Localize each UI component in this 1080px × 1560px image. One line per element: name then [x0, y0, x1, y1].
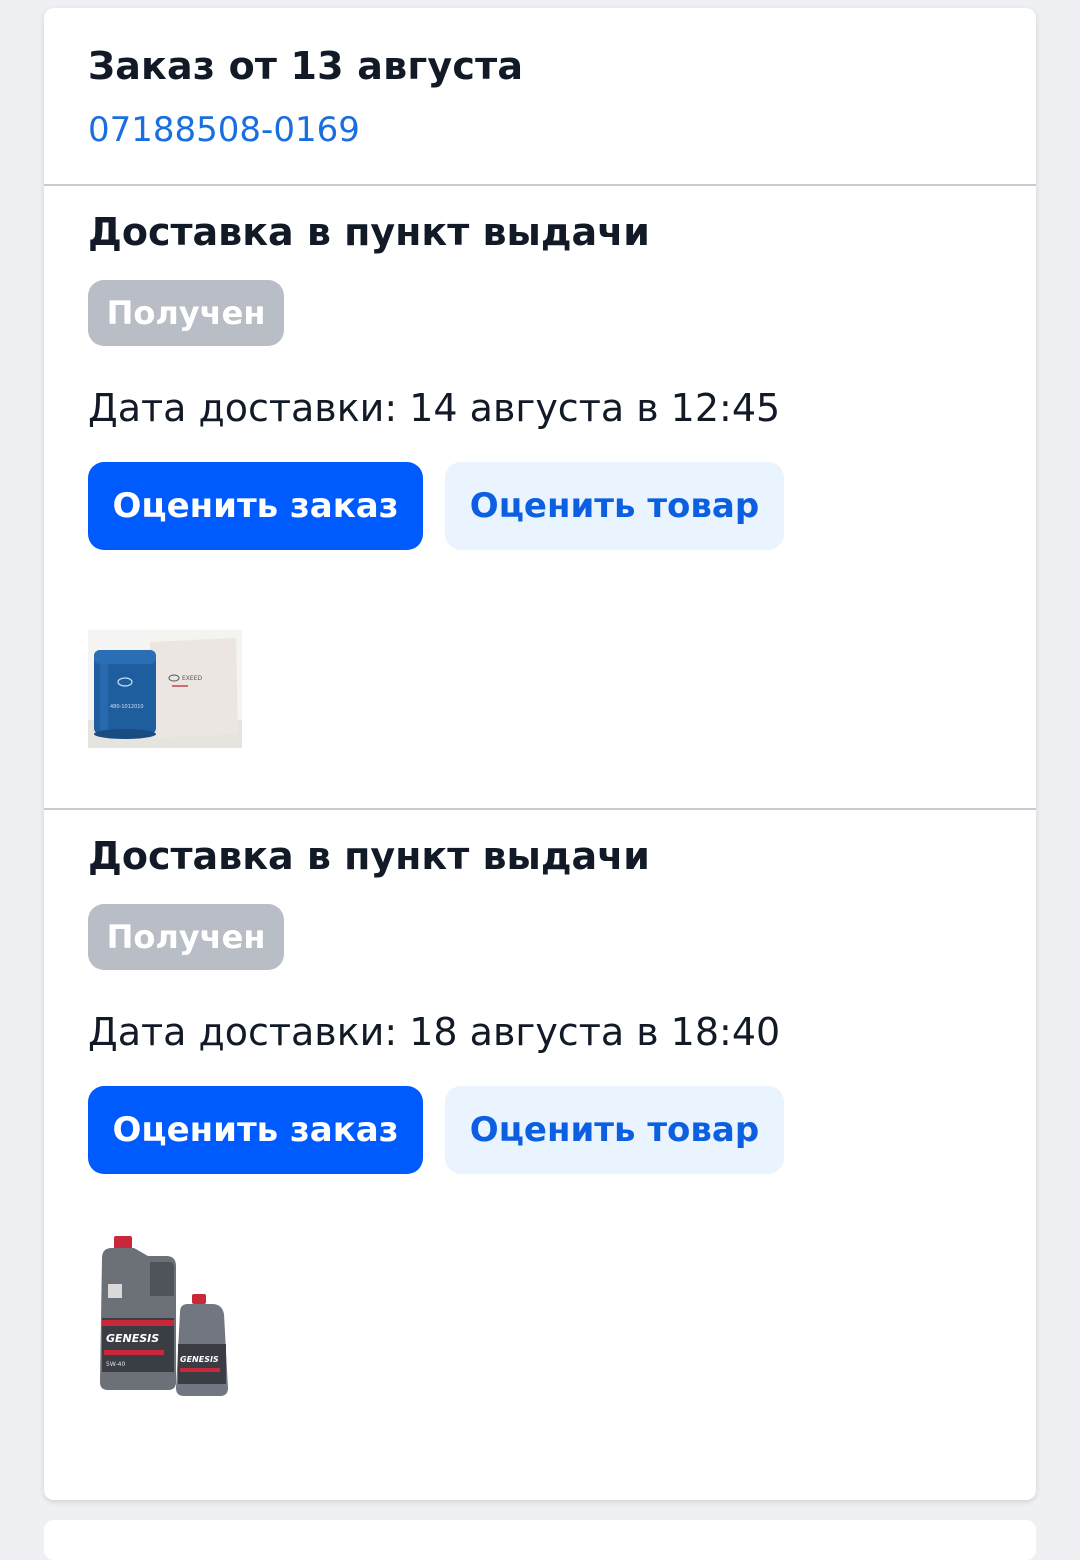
- svg-text:480-1012010: 480-1012010: [110, 704, 144, 710]
- product-image-engine-oil[interactable]: GENESIS 5W-40 GENESIS: [88, 1232, 242, 1398]
- next-order-card: [44, 1520, 1036, 1560]
- svg-text:5W-40: 5W-40: [106, 1361, 125, 1368]
- svg-text:GENESIS: GENESIS: [106, 1332, 159, 1345]
- status-badge: Получен: [88, 904, 284, 970]
- rate-order-button[interactable]: Оценить заказ: [88, 1086, 423, 1174]
- delivery-date: Дата доставки: 18 августа в 18:40: [88, 1010, 781, 1054]
- shipment: Доставка в пункт выдачи Получен Дата дос…: [88, 186, 988, 786]
- order-title: Заказ от 13 августа: [88, 44, 524, 88]
- rate-product-button[interactable]: Оценить товар: [445, 1086, 784, 1174]
- status-badge: Получен: [88, 280, 284, 346]
- svg-text:EXEED: EXEED: [182, 675, 202, 682]
- order-card: Заказ от 13 августа 07188508-0169 Достав…: [44, 8, 1036, 1500]
- rate-product-button[interactable]: Оценить товар: [445, 462, 784, 550]
- order-number-link[interactable]: 07188508-0169: [88, 110, 360, 150]
- rate-order-button[interactable]: Оценить заказ: [88, 462, 423, 550]
- product-image-oil-filter[interactable]: EXEED 480-1012010: [88, 630, 242, 748]
- delivery-date: Дата доставки: 14 августа в 12:45: [88, 386, 781, 430]
- shipment-title: Доставка в пункт выдачи: [88, 834, 650, 878]
- svg-text:GENESIS: GENESIS: [180, 1355, 219, 1364]
- shipment-title: Доставка в пункт выдачи: [88, 210, 650, 254]
